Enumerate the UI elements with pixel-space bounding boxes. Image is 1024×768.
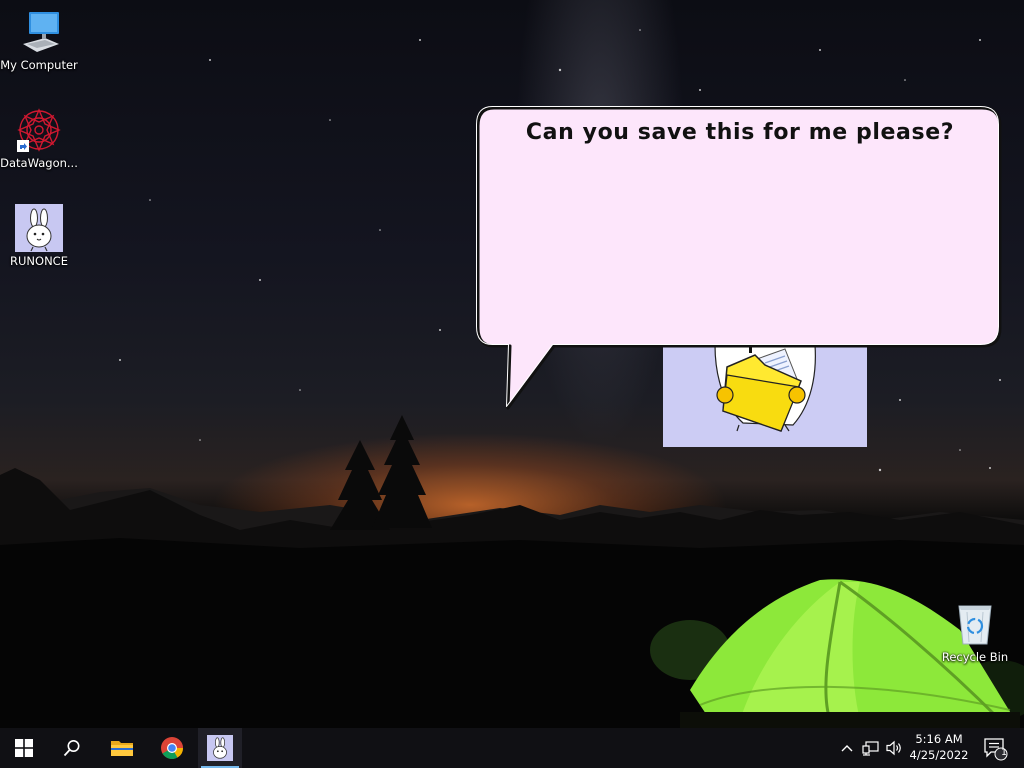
search-button[interactable] (48, 728, 96, 768)
volume-icon (886, 740, 901, 756)
chrome-icon (161, 737, 183, 759)
desktop-icon-datawagon[interactable]: DataWagon... (0, 106, 78, 170)
taskbar: 5:16 AM 4/25/2022 1 (0, 728, 1024, 768)
notification-count-badge: 1 (1001, 748, 1007, 758)
show-hidden-icons-button[interactable] (838, 728, 856, 768)
runonce-taskbar-button[interactable] (198, 728, 242, 768)
assistant-message: Can you save this for me please? (525, 120, 955, 145)
desktop-icon-my-computer[interactable]: My Computer (0, 8, 78, 72)
datawagon-mandala-icon (15, 106, 63, 154)
file-explorer-button[interactable] (98, 728, 146, 768)
desktop-icon-recycle-bin[interactable]: Recycle Bin (936, 600, 1014, 664)
speech-bubble (476, 106, 1002, 410)
start-button[interactable] (0, 728, 48, 768)
recycle-bin-icon (951, 600, 999, 648)
desktop-icon-label: RUNONCE (10, 254, 68, 268)
network-button[interactable] (860, 728, 882, 768)
desktop-icon-label: My Computer (0, 58, 78, 72)
chevron-up-icon (841, 745, 853, 752)
desktop-icon-label: DataWagon... (0, 156, 78, 170)
desktop-icon-runonce[interactable]: RUNONCE (0, 204, 78, 268)
network-icon (862, 741, 879, 756)
clock-time: 5:16 AM (915, 732, 963, 746)
monitor-icon (15, 8, 63, 56)
folder-icon (111, 741, 133, 756)
volume-button[interactable] (884, 728, 906, 768)
chrome-button[interactable] (148, 728, 196, 768)
bunny-icon (207, 735, 233, 761)
search-icon (63, 740, 80, 757)
taskbar-clock[interactable]: 5:16 AM 4/25/2022 (906, 728, 972, 768)
windows-logo-icon (15, 739, 33, 757)
bunny-icon (15, 204, 63, 252)
desktop-icon-label: Recycle Bin (941, 650, 1009, 664)
action-center-button[interactable]: 1 (978, 728, 1012, 768)
clock-date: 4/25/2022 (909, 748, 969, 762)
